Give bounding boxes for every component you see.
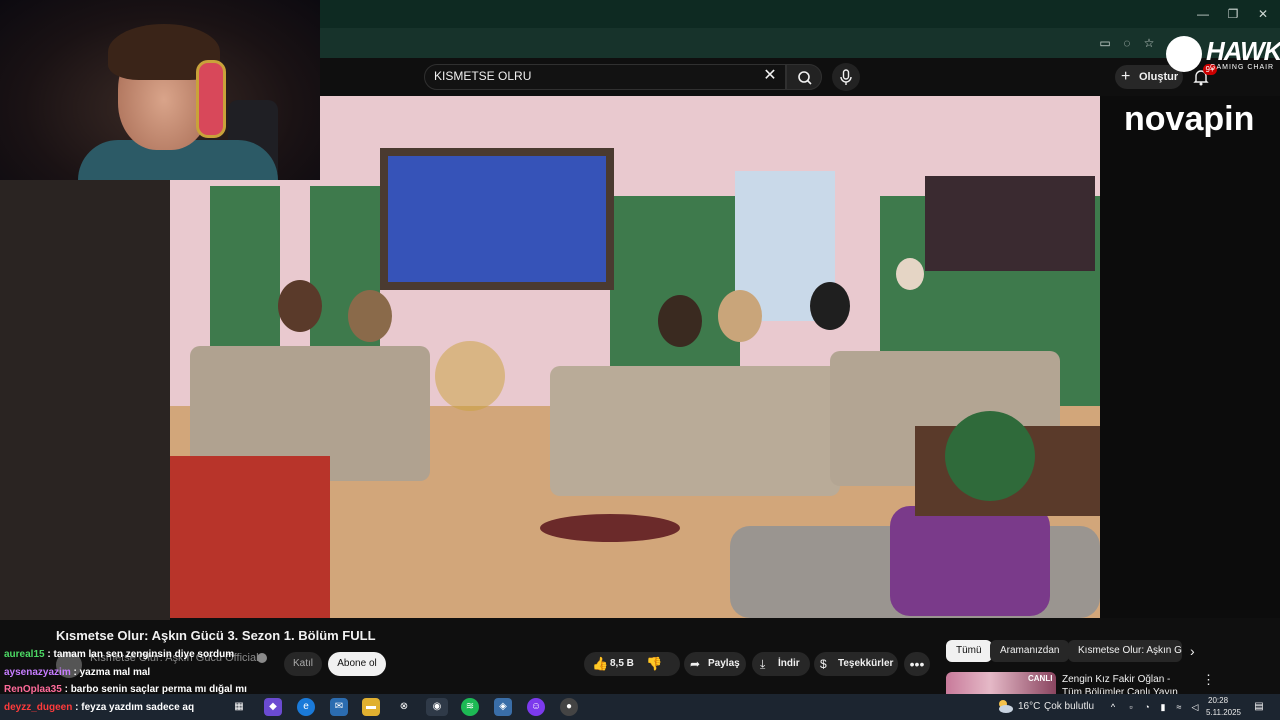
chips-next-icon[interactable]: › [1190,642,1206,660]
chip-all[interactable]: Tümü [946,640,992,662]
task-view-icon[interactable]: ▦ [230,698,248,716]
discord-icon[interactable]: ☺ [527,698,545,716]
search-button[interactable] [786,64,822,90]
mail-icon[interactable]: ✉ [330,698,348,716]
share-button[interactable]: ➦ Paylaş [684,652,746,676]
download-button[interactable]: ⤓ İndir [752,652,810,676]
obs-icon[interactable]: ● [560,698,578,716]
chrome-icon[interactable]: ◉ [426,698,448,716]
weather-temperature[interactable]: 16°C [1018,701,1040,712]
chip-related[interactable]: Kısmetse Olur: Aşkın Gücü [1068,640,1182,662]
edge-browser-icon[interactable]: e [297,698,315,716]
chip-from-search[interactable]: Aramanızdan [990,640,1070,662]
subscribe-button[interactable]: Abone ol [328,652,386,676]
thanks-button[interactable]: $ Teşekkürler [814,652,898,676]
share-arrow-icon: ➦ [690,657,701,671]
thumbs-down-icon[interactable]: 👎 [646,652,662,676]
streamer-webcam [0,0,320,180]
notifications-center-icon[interactable]: ▤ [1250,698,1268,716]
tray-chevron-icon[interactable]: ^ [1104,698,1122,716]
headset-icon [196,60,226,138]
chat-message: aysenazyazim : yazma mal mal [4,667,150,678]
stream-side-panel [1100,96,1280,618]
chat-message: aureal15 : tamam lan sen zenginsin diye … [4,649,234,660]
file-explorer-icon[interactable]: ▬ [362,698,380,716]
eye-off-icon[interactable]: ◌ [1118,34,1136,52]
join-button[interactable]: Katıl [284,652,322,676]
restore-button[interactable]: ❐ [1218,4,1248,24]
download-icon: ⤓ [760,657,766,671]
xbox-icon[interactable]: ⊗ [395,698,413,716]
chat-text: : yazma mal mal [73,667,151,678]
plus-icon: + [1121,68,1131,85]
more-actions-button[interactable]: ••• [904,652,930,676]
cast-icon[interactable]: ▭ [1096,34,1114,52]
voice-search-button[interactable] [832,63,860,91]
hawk-logo-subtitle: GAMING CHAIR [1210,64,1275,71]
sponsor-logo: novapin [1124,100,1255,138]
chat-message: deyzz_dugeen : feyza yazdım sadece aq [4,702,194,713]
verified-check-icon [257,653,267,663]
chat-username: deyzz_dugeen [4,702,73,713]
copilot-icon[interactable]: ◆ [264,698,282,716]
microphone-icon [840,69,852,85]
video-title: Kısmetse Olur: Aşkın Gücü 3. Sezon 1. Bö… [56,628,376,643]
hawk-logo-icon [1166,36,1202,72]
live-badge: CANLI [1028,674,1053,683]
chat-text: : tamam lan sen zenginsin diye sordum [47,649,235,660]
stream-background-panel [0,180,170,620]
like-count[interactable]: 8,5 B [610,652,634,676]
like-dislike-group: 👍 8,5 B 👎 [584,652,680,676]
clock-time[interactable]: 20:28 [1208,696,1228,705]
weather-cloud-icon[interactable] [996,698,1014,714]
thumbs-up-icon[interactable]: 👍 [592,652,608,676]
bookmark-star-icon[interactable]: ☆ [1140,34,1158,52]
download-label: İndir [778,658,800,669]
super-thanks-icon: $ [820,657,827,671]
weather-description[interactable]: Çok bulutlu [1044,701,1094,712]
recommendation-menu-icon[interactable]: ⋮ [1202,672,1215,688]
chat-username: aysenazyazim [4,667,71,678]
volume-icon[interactable]: ◁ [1186,698,1204,716]
clock-date[interactable]: 5.11.2025 [1206,708,1241,717]
hawk-logo: HAWK [1206,36,1280,66]
chat-text: : feyza yazdım sadece aq [75,702,195,713]
close-window-button[interactable]: ✕ [1248,4,1278,24]
thanks-label: Teşekkürler [838,658,894,669]
app-icon[interactable]: ◈ [494,698,512,716]
search-icon [798,71,812,85]
search-query[interactable]: KISMETSE OLRU [434,69,531,83]
share-label: Paylaş [708,658,740,669]
spotify-icon[interactable]: ≋ [461,698,479,716]
clear-search-icon[interactable]: ✕ [762,67,778,85]
minimize-button[interactable]: — [1188,4,1218,24]
chat-username: aureal15 [4,649,45,660]
